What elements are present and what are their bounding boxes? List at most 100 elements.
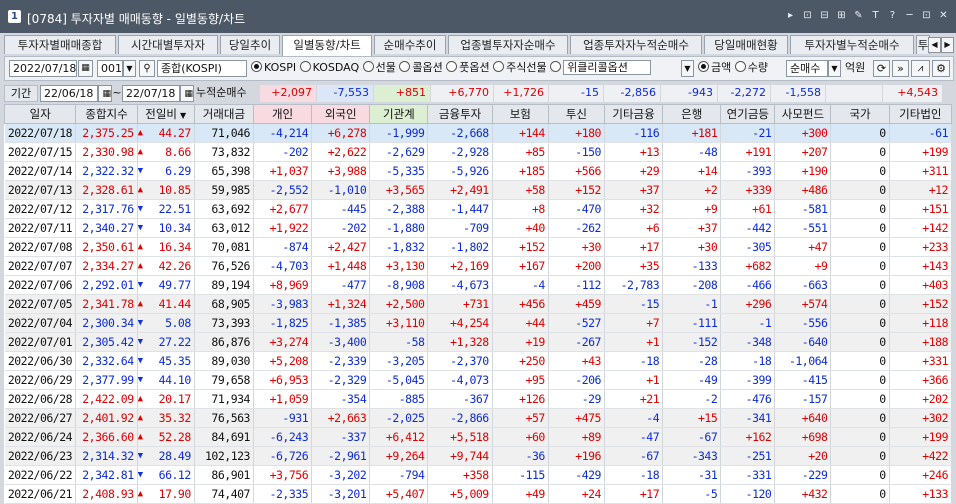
table-row[interactable]: 2022/06/28 2,422.09 ▲ 20.17 71,934 +1,059 -354…: [4, 389, 953, 409]
col-other-corp[interactable]: 기타법인: [888, 104, 953, 124]
col-trading-value[interactable]: 거래대금: [193, 104, 254, 124]
table-row[interactable]: 2022/07/15 2,330.98 ▲ 8.66 73,832 -202 +2,622-…: [4, 142, 953, 162]
cell-index: 2,422.09: [75, 389, 138, 409]
from-date-input[interactable]: 22/06/18: [40, 85, 98, 102]
table-row[interactable]: 2022/06/21 2,408.93 ▲ 17.90 74,407 -2,335 -3,2…: [4, 484, 953, 504]
help-icon[interactable]: ?: [886, 9, 899, 23]
table-row[interactable]: 2022/07/14 2,322.32 ▼ 6.29 65,398 +1,037 +3,98…: [4, 161, 953, 181]
cell-trading-value: 89,030: [194, 351, 254, 371]
cell-insurance: +152: [492, 237, 549, 257]
tab-daily-trading[interactable]: 당일매매현황: [704, 35, 788, 54]
col-trust[interactable]: 투신: [547, 104, 605, 124]
col-insurance[interactable]: 보험: [491, 104, 549, 124]
to-calendar-icon[interactable]: ▦: [180, 85, 194, 102]
col-pension[interactable]: 연기금등: [720, 104, 776, 124]
search-icon[interactable]: ⚲: [139, 60, 155, 77]
table-row[interactable]: 2022/06/29 2,377.99 ▼ 44.10 79,658 +6,953 -2,3…: [4, 370, 953, 390]
date-input[interactable]: 2022/07/18: [9, 60, 77, 77]
table-row[interactable]: 2022/07/12 2,317.76 ▼ 22.51 63,692 +2,677 -445…: [4, 199, 953, 219]
col-institution[interactable]: 기관계: [369, 104, 429, 124]
radio-stock-futures[interactable]: 주식선물: [493, 61, 547, 74]
radio-kosdaq[interactable]: KOSDAQ: [299, 61, 359, 74]
radio-weekly-call[interactable]: 위클리콜옵션: [550, 60, 651, 75]
cell-pension: +162: [720, 427, 776, 447]
radio-kospi[interactable]: KOSPI: [251, 61, 296, 74]
maximize-icon[interactable]: ⊡: [920, 9, 933, 23]
col-individual[interactable]: 개인: [252, 104, 313, 124]
table-row[interactable]: 2022/07/08 2,350.61 ▲ 16.34 70,081 -874 +2,427…: [4, 237, 953, 257]
cell-foreign: -3,201: [311, 484, 371, 504]
tab-net-buy-trend[interactable]: 순매수추이: [374, 35, 446, 54]
grid-icon[interactable]: ⊞: [835, 9, 848, 23]
radio-put[interactable]: 풋옵션: [446, 61, 490, 74]
tab-intraday-trend[interactable]: 당일추이: [220, 35, 280, 54]
table-row[interactable]: 2022/06/22 2,342.81 ▼ 66.12 86,901 +3,756 -3,2…: [4, 465, 953, 485]
tab-investor-summary[interactable]: 투자자별매매종합: [4, 35, 116, 54]
cell-pension: -466: [720, 275, 776, 295]
link-icon[interactable]: ⊡: [801, 9, 814, 23]
close-icon[interactable]: ✕: [937, 9, 950, 23]
col-change[interactable]: 전일비 ▼: [136, 104, 195, 124]
edit-icon[interactable]: ✎: [852, 9, 865, 23]
cell-financial-invest: -4,073: [427, 370, 493, 390]
tab-sector-net-buy[interactable]: 업종별투자자순매수: [448, 35, 568, 54]
mode-select[interactable]: 순매수: [786, 60, 828, 77]
cell-date: 2022/06/30: [4, 351, 77, 371]
tab-sector-cum-net-buy[interactable]: 업종투자자누적순매수: [570, 35, 702, 54]
table-row[interactable]: 2022/07/13 2,328.61 ▲ 10.85 59,985 -2,552 -1,0…: [4, 180, 953, 200]
radio-call[interactable]: 콜옵션: [399, 61, 443, 74]
layout-icon[interactable]: ⊟: [818, 9, 831, 23]
table-row[interactable]: 2022/07/01 2,305.42 ▼ 27.22 86,876 +3,274 -3,4…: [4, 332, 953, 352]
table-row[interactable]: 2022/06/24 2,366.60 ▲ 52.28 84,691 -6,243 -337…: [4, 427, 953, 447]
col-government[interactable]: 국가: [830, 104, 890, 124]
cell-foreign: +2,622: [311, 142, 371, 162]
table-row[interactable]: 2022/07/06 2,292.01 ▼ 49.77 89,194 +8,969 -477…: [4, 275, 953, 295]
cell-government: 0: [830, 294, 890, 314]
table-row[interactable]: 2022/07/07 2,334.27 ▲ 42.26 76,526 -4,703 +1,4…: [4, 256, 953, 276]
change-dropdown-icon[interactable]: ▼: [180, 111, 186, 120]
radio-amount[interactable]: 금액: [698, 61, 731, 74]
col-foreign[interactable]: 외국인: [311, 104, 371, 124]
minimize-icon[interactable]: ─: [903, 9, 916, 23]
table-row[interactable]: 2022/06/30 2,332.64 ▼ 45.35 89,030 +5,208 -2,3…: [4, 351, 953, 371]
code-input[interactable]: 001: [97, 60, 123, 77]
table-row[interactable]: 2022/07/11 2,340.27 ▼ 10.34 63,012 +1,922 -202…: [4, 218, 953, 238]
tab-daily-chart[interactable]: 일별동향/차트: [282, 35, 372, 56]
mode-dropdown-icon[interactable]: ▼: [828, 60, 841, 77]
cell-foreign: -1,385: [311, 313, 371, 333]
to-date-input[interactable]: 22/07/18: [122, 85, 180, 102]
cell-index: 2,375.25: [75, 123, 138, 143]
chart-icon[interactable]: ⩘: [911, 60, 930, 77]
col-private-fund[interactable]: 사모펀드: [774, 104, 832, 124]
from-calendar-icon[interactable]: ▦: [98, 85, 112, 102]
market-dropdown-icon[interactable]: ▼: [681, 60, 694, 77]
next-icon[interactable]: ▸: [784, 9, 797, 23]
table-row[interactable]: 2022/07/04 2,300.34 ▼ 5.08 73,393 -1,825 -1,38…: [4, 313, 953, 333]
table-row[interactable]: 2022/07/18 2,375.25 ▲ 44.27 71,046 -4,214 +6,2…: [4, 123, 953, 143]
cell-other-financial: +32: [604, 199, 664, 219]
next-page-icon[interactable]: »: [892, 60, 909, 77]
col-financial-invest[interactable]: 금융투자: [427, 104, 493, 124]
table-row[interactable]: 2022/07/05 2,341.78 ▲ 41.44 68,905 -3,983 +1,3…: [4, 294, 953, 314]
calendar-icon[interactable]: ▦: [78, 60, 93, 77]
font-icon[interactable]: T: [869, 9, 882, 23]
col-index[interactable]: 종합지수: [75, 104, 138, 124]
tab-next-icon[interactable]: ▶: [941, 37, 954, 53]
cell-individual: +3,274: [253, 332, 313, 352]
table-row[interactable]: 2022/06/23 2,314.32 ▼ 28.49 102,123 -6,726 -2,…: [4, 446, 953, 466]
tab-investor-cum-net-buy[interactable]: 투자자별누적순매수: [790, 35, 914, 54]
cell-individual: -4,703: [253, 256, 313, 276]
tab-prev-icon[interactable]: ◀: [928, 37, 941, 53]
cell-index: 2,305.42: [75, 332, 138, 352]
refresh-icon[interactable]: ⟳: [873, 60, 890, 77]
radio-futures[interactable]: 선물: [362, 61, 396, 74]
settings-icon[interactable]: ⚙: [932, 60, 950, 77]
col-other-financial[interactable]: 기타금융: [603, 104, 664, 124]
code-dropdown-icon[interactable]: ▼: [123, 60, 136, 77]
radio-quantity[interactable]: 수량: [734, 61, 768, 74]
col-date[interactable]: 일자: [3, 104, 77, 124]
cell-date: 2022/07/12: [4, 199, 77, 219]
tab-time-investor[interactable]: 시간대별투자자: [118, 35, 218, 54]
col-bank[interactable]: 은행: [662, 104, 722, 124]
table-row[interactable]: 2022/06/27 2,401.92 ▲ 35.32 76,563 -931 +2,663…: [4, 408, 953, 428]
